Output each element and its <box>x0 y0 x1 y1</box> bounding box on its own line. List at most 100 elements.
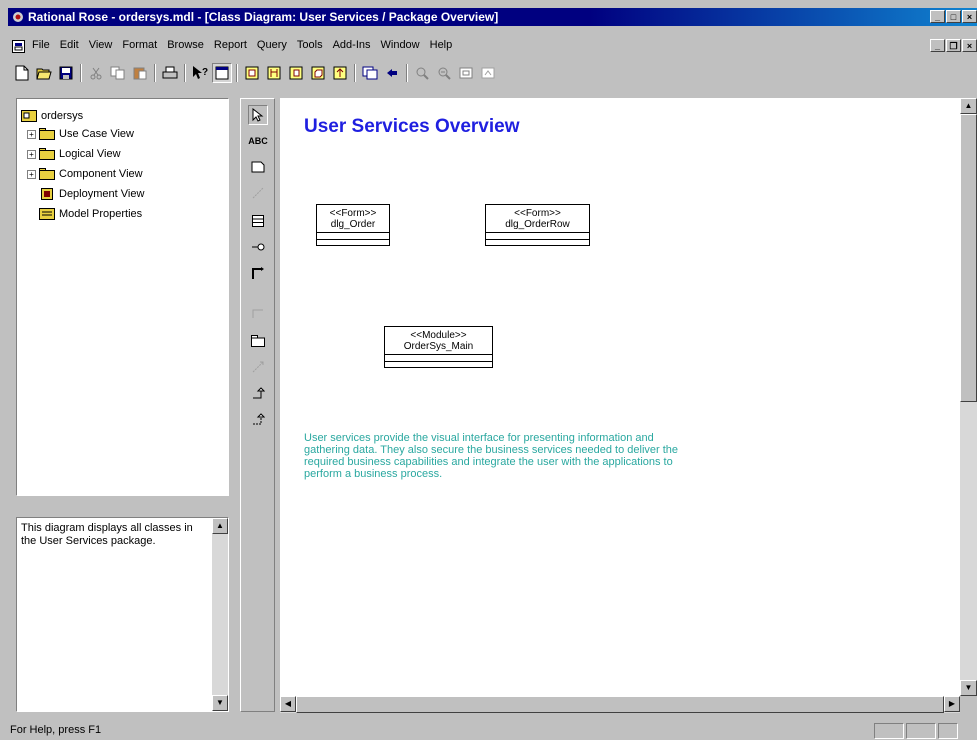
menu-browse[interactable]: Browse <box>167 39 204 51</box>
documentation-scrollbar[interactable]: ▲ ▼ <box>212 518 228 711</box>
selection-tool-icon[interactable] <box>248 105 268 125</box>
status-bar: For Help, press F1 <box>0 720 977 740</box>
tree-item-component-view[interactable]: + Component View <box>27 165 143 183</box>
unidirectional-association-tool-icon[interactable] <box>248 303 268 323</box>
menu-format[interactable]: Format <box>122 39 157 51</box>
maximize-icon[interactable]: □ <box>946 10 961 23</box>
generalization-tool-icon[interactable] <box>248 383 268 403</box>
tree-item-logical-view[interactable]: + Logical View <box>27 145 121 163</box>
canvas-scroll-up-icon[interactable]: ▲ <box>960 98 977 114</box>
canvas-vertical-scrollbar[interactable]: ▲ ▼ <box>960 98 977 696</box>
window-title: Rational Rose - ordersys.mdl - [Class Di… <box>28 10 499 24</box>
fit-in-window-icon[interactable] <box>456 63 476 83</box>
canvas-vscroll-thumb[interactable] <box>960 114 977 402</box>
new-icon[interactable] <box>12 63 32 83</box>
svg-text:?: ? <box>202 67 208 78</box>
browse-component-diagram-icon[interactable] <box>286 63 306 83</box>
diagram-note[interactable]: User services provide the visual interfa… <box>304 432 684 480</box>
status-text: For Help, press F1 <box>10 724 102 736</box>
tree-item-model-properties[interactable]: Model Properties <box>39 205 142 223</box>
canvas-scroll-right-icon[interactable]: ▶ <box>944 696 960 712</box>
title-bar[interactable]: Rational Rose - ordersys.mdl - [Class Di… <box>8 8 977 26</box>
association-tool-icon[interactable] <box>248 263 268 283</box>
expand-icon[interactable]: + <box>27 149 36 159</box>
tree-root[interactable]: ordersys <box>21 107 83 125</box>
view-documentation-icon[interactable] <box>212 63 232 83</box>
tree-item-label: Logical View <box>59 148 121 160</box>
canvas-scroll-left-icon[interactable]: ◀ <box>280 696 296 712</box>
menu-file[interactable]: File <box>32 39 50 51</box>
menu-help[interactable]: Help <box>430 39 453 51</box>
status-cell <box>874 723 904 739</box>
mdi-minimize-icon[interactable]: _ <box>930 39 945 52</box>
canvas-horizontal-scrollbar[interactable]: ◀ ▶ <box>280 696 960 713</box>
expand-icon[interactable]: + <box>27 129 36 139</box>
tree-item-label: Model Properties <box>59 208 143 220</box>
menu-query[interactable]: Query <box>257 39 287 51</box>
class-name: dlg_Order <box>330 219 376 230</box>
class-dlg-orderrow[interactable]: <<Form>> dlg_OrderRow <box>485 204 590 246</box>
package-tool-icon[interactable] <box>248 331 268 351</box>
paste-icon[interactable] <box>130 63 150 83</box>
minimize-icon[interactable]: _ <box>930 10 945 23</box>
interface-tool-icon[interactable] <box>248 237 268 257</box>
class-dlg-order[interactable]: <<Form>> dlg_Order <box>316 204 390 246</box>
menu-report[interactable]: Report <box>214 39 247 51</box>
browse-interaction-diagram-icon[interactable] <box>264 63 284 83</box>
menu-view[interactable]: View <box>89 39 113 51</box>
menu-window[interactable]: Window <box>381 39 420 51</box>
documentation-text[interactable]: This diagram displays all classes in the… <box>21 522 201 548</box>
mdi-restore-icon[interactable]: ❐ <box>946 39 961 52</box>
zoom-out-icon[interactable] <box>434 63 454 83</box>
mdi-close-icon[interactable]: × <box>962 39 977 52</box>
tree-item-use-case-view[interactable]: + Use Case View <box>27 125 134 143</box>
browse-parent-icon[interactable] <box>330 63 350 83</box>
browse-class-diagram-icon[interactable] <box>242 63 262 83</box>
documentation-window[interactable]: This diagram displays all classes in the… <box>16 517 229 712</box>
class-name: dlg_OrderRow <box>505 219 570 230</box>
undo-fit-icon[interactable] <box>478 63 498 83</box>
expand-icon[interactable]: + <box>27 169 36 179</box>
folder-icon <box>39 168 55 180</box>
rose-icon <box>13 12 23 22</box>
print-icon[interactable] <box>160 63 180 83</box>
copy-icon[interactable] <box>108 63 128 83</box>
diagram-canvas[interactable]: User Services Overview <<Form>> dlg_Orde… <box>280 98 960 696</box>
class-diagram-doc-icon[interactable] <box>12 40 25 53</box>
close-icon[interactable]: × <box>962 10 977 23</box>
tree-item-deployment-view[interactable]: Deployment View <box>39 185 144 203</box>
diagram-title[interactable]: User Services Overview <box>304 116 520 138</box>
tree-item-label: Deployment View <box>59 188 145 200</box>
standard-toolbar: ? <box>8 60 977 88</box>
browse-deployment-diagram-icon[interactable] <box>308 63 328 83</box>
tree-item-label: Component View <box>59 168 143 180</box>
anchor-note-tool-icon[interactable] <box>248 183 268 203</box>
browse-previous-diagram-icon[interactable] <box>360 63 380 83</box>
properties-icon <box>39 208 55 220</box>
menu-tools[interactable]: Tools <box>297 39 323 51</box>
context-help-icon[interactable]: ? <box>190 63 210 83</box>
scroll-up-icon[interactable]: ▲ <box>212 518 228 534</box>
dependency-tool-icon[interactable] <box>248 357 268 377</box>
canvas-scroll-down-icon[interactable]: ▼ <box>960 680 977 696</box>
model-browser[interactable]: ordersys + Use Case View + Logical View + Com… <box>16 98 229 496</box>
back-icon[interactable] <box>382 63 402 83</box>
open-icon[interactable] <box>34 63 54 83</box>
class-stereotype: <<Form>> <box>514 208 561 219</box>
realize-tool-icon[interactable] <box>248 409 268 429</box>
folder-icon <box>39 128 55 140</box>
menu-edit[interactable]: Edit <box>60 39 79 51</box>
canvas-hscroll-thumb[interactable] <box>296 696 944 713</box>
class-ordersys-main[interactable]: <<Module>> OrderSys_Main <box>384 326 493 368</box>
scroll-down-icon[interactable]: ▼ <box>212 695 228 711</box>
zoom-in-icon[interactable] <box>412 63 432 83</box>
folder-icon <box>39 148 55 160</box>
class-name: OrderSys_Main <box>403 341 474 352</box>
cut-icon[interactable] <box>86 63 106 83</box>
note-tool-icon[interactable] <box>248 157 268 177</box>
text-box-tool-icon[interactable]: ABC <box>248 131 268 151</box>
class-tool-icon[interactable] <box>248 211 268 231</box>
save-icon[interactable] <box>56 63 76 83</box>
text-tool-label: ABC <box>248 136 268 146</box>
menu-addins[interactable]: Add-Ins <box>333 39 371 51</box>
